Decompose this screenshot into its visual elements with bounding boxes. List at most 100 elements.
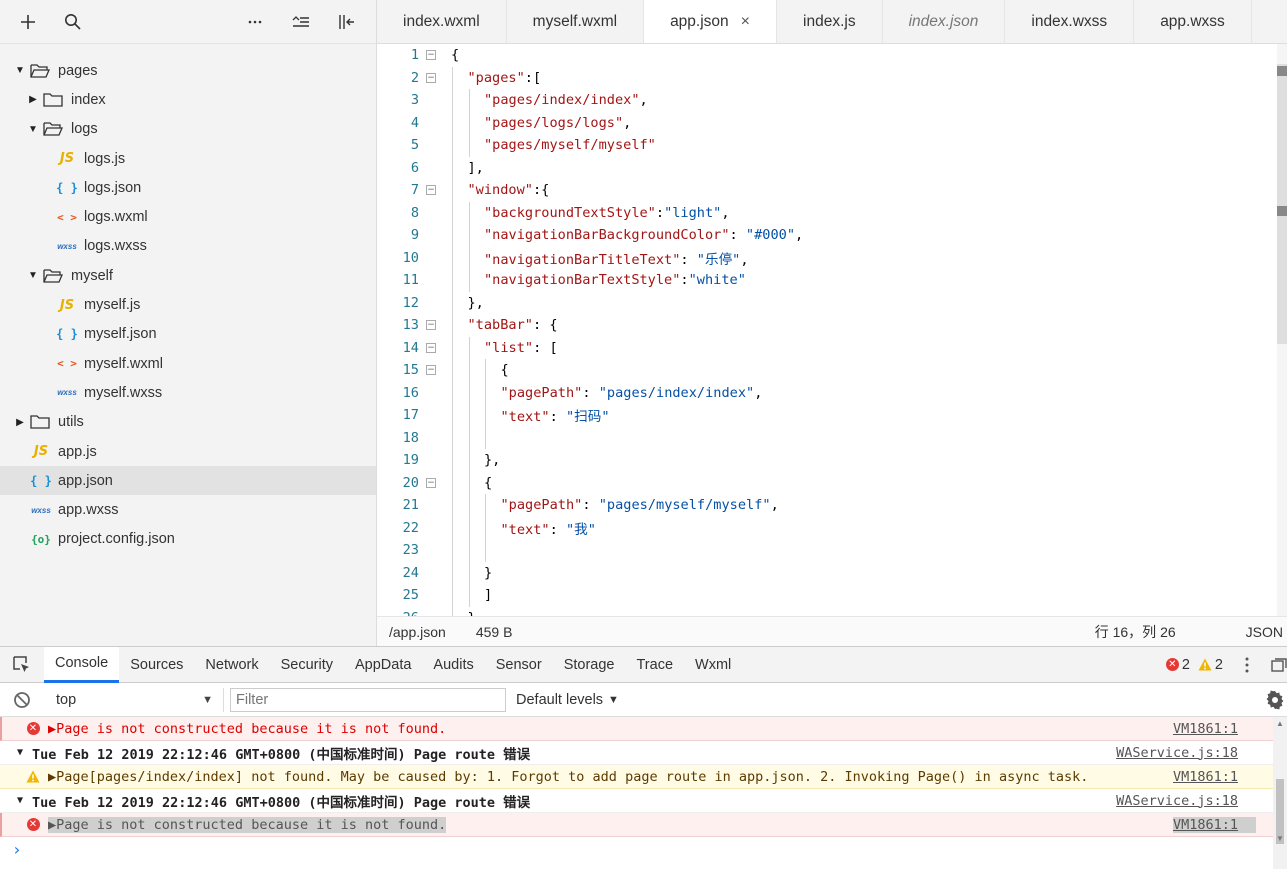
language-mode[interactable]: JSON xyxy=(1246,624,1283,640)
chevron-right-icon[interactable]: ▶ xyxy=(27,94,39,105)
devtools-tab-trace[interactable]: Trace xyxy=(625,647,684,683)
code-text: "pages/myself/myself" xyxy=(443,137,656,153)
console-source-link[interactable]: WAService.js:18 xyxy=(1116,793,1238,809)
chevron-down-icon[interactable]: ▼ xyxy=(27,270,39,281)
tree-file-logs-js[interactable]: JS logs.js xyxy=(0,144,376,173)
editor-tab-app-wxss[interactable]: app.wxss xyxy=(1134,0,1252,43)
fold-toggle-icon[interactable]: − xyxy=(419,365,443,376)
json-punctuation: { xyxy=(451,47,460,64)
devtools-menu-button[interactable] xyxy=(1245,657,1249,673)
json-key: "text" xyxy=(500,409,550,426)
console-source-link[interactable]: WAService.js:18 xyxy=(1116,745,1238,761)
cursor-position[interactable]: 行 16，列 26 xyxy=(1095,622,1176,642)
fold-toggle-icon[interactable]: − xyxy=(419,477,443,488)
json-key: "navigationBarTitleText" xyxy=(484,251,681,268)
console-settings-button[interactable] xyxy=(1265,690,1285,710)
tree-file-logs-wxml[interactable]: < > logs.wxml xyxy=(0,202,376,231)
console-message[interactable]: ▼ Tue Feb 12 2019 22:12:46 GMT+0800 (中国标准… xyxy=(0,789,1287,813)
warning-count[interactable]: 2 xyxy=(1215,657,1223,673)
editor-tab-index-wxss[interactable]: index.wxss xyxy=(1005,0,1135,43)
hide-sidebar-button[interactable] xyxy=(333,8,361,36)
json-punctuation: }, xyxy=(467,294,484,311)
tree-file-logs-wxss[interactable]: wxss logs.wxss xyxy=(0,232,376,261)
search-button[interactable] xyxy=(58,8,86,36)
fold-toggle-icon[interactable]: − xyxy=(419,185,443,196)
add-file-button[interactable] xyxy=(14,8,42,36)
fold-toggle-icon[interactable]: − xyxy=(419,50,443,61)
console-scrollbar[interactable]: ▲ ▼ xyxy=(1273,717,1287,869)
devtools-tab-wxml[interactable]: Wxml xyxy=(684,647,742,683)
tree-folder-logs[interactable]: ▼ logs xyxy=(0,115,376,144)
devtools-tab-network[interactable]: Network xyxy=(194,647,269,683)
tree-folder-pages[interactable]: ▼ pages xyxy=(0,56,376,85)
tree-file-myself-json[interactable]: { } myself.json xyxy=(0,320,376,349)
error-count[interactable]: 2 xyxy=(1182,657,1190,673)
devtools-tab-sources[interactable]: Sources xyxy=(119,647,194,683)
console-message[interactable]: ▶Page[pages/index/index] not found. May … xyxy=(0,765,1287,789)
console-message[interactable]: ✕ ▶Page is not constructed because it is … xyxy=(0,717,1287,741)
devtools-tab-storage[interactable]: Storage xyxy=(553,647,626,683)
code-line: 3 "pages/index/index", xyxy=(377,89,1287,112)
log-levels-select[interactable]: Default levels ▼ xyxy=(516,692,619,708)
tree-item-label: myself.wxss xyxy=(84,384,163,401)
tree-file-app-js[interactable]: JS app.js xyxy=(0,437,376,466)
tree-folder-index[interactable]: ▶ index xyxy=(0,85,376,114)
tree-file-myself-wxml[interactable]: < > myself.wxml xyxy=(0,349,376,378)
editor-scrollbar[interactable] xyxy=(1277,44,1287,616)
line-number: 4 xyxy=(410,114,419,131)
chevron-down-icon[interactable]: ▼ xyxy=(27,124,39,135)
tree-file-app-wxss[interactable]: wxss app.wxss xyxy=(0,495,376,524)
code-line: 9 "navigationBarBackgroundColor": "#000", xyxy=(377,224,1287,247)
json-punctuation: : xyxy=(582,497,599,514)
editor-tab-myself-wxml[interactable]: myself.wxml xyxy=(507,0,645,43)
console-prompt[interactable]: › xyxy=(0,837,1287,861)
devtools-tab-sensor[interactable]: Sensor xyxy=(485,647,553,683)
code-text: }, xyxy=(443,295,484,311)
tab-label: index.wxss xyxy=(1031,13,1108,30)
tree-file-app-json[interactable]: { } app.json xyxy=(0,466,376,496)
clear-console-button[interactable] xyxy=(0,691,44,709)
gear-icon xyxy=(1266,690,1284,709)
context-select[interactable]: top ▼ xyxy=(46,687,224,712)
json-key: "pages/logs/logs" xyxy=(484,114,624,131)
tree-file-myself-wxss[interactable]: wxss myself.wxss xyxy=(0,378,376,407)
editor-tab-index-js[interactable]: index.js xyxy=(777,0,883,43)
group-toggle-icon: ▼ xyxy=(16,747,24,758)
editor-tab-index-wxml[interactable]: index.wxml xyxy=(377,0,507,43)
devtools-tab-security[interactable]: Security xyxy=(270,647,344,683)
tree-file-myself-js[interactable]: JS myself.js xyxy=(0,290,376,319)
fold-toggle-icon[interactable]: − xyxy=(419,342,443,353)
tree-folder-utils[interactable]: ▶ utils xyxy=(0,408,376,437)
tree-file-project-config-json[interactable]: {o} project.config.json xyxy=(0,525,376,554)
inspect-element-button[interactable] xyxy=(0,647,44,683)
json-string: "#000" xyxy=(745,227,796,244)
collapse-all-button[interactable] xyxy=(287,8,315,36)
json-punctuation: }, xyxy=(484,452,501,469)
code-editor[interactable]: 1−{2− "pages":[3 "pages/index/index", 4 "pag… xyxy=(377,44,1287,616)
json-string: "乐停" xyxy=(696,251,741,268)
console-message[interactable]: ✕ ▶Page is not constructed because it is … xyxy=(0,813,1287,837)
editor-tab-app-json[interactable]: app.json × xyxy=(644,0,778,43)
code-line: 20− { xyxy=(377,471,1287,494)
more-button[interactable] xyxy=(241,8,269,36)
fold-toggle-icon[interactable]: − xyxy=(419,320,443,331)
editor-tab-index-json[interactable]: index.json xyxy=(883,0,1006,43)
console-message[interactable]: ▼ Tue Feb 12 2019 22:12:46 GMT+0800 (中国标准… xyxy=(0,741,1287,765)
devtools-tab-console[interactable]: Console xyxy=(44,646,120,683)
close-icon[interactable]: × xyxy=(741,13,750,31)
tree-file-logs-json[interactable]: { } logs.json xyxy=(0,173,376,202)
json-punctuation: :[ xyxy=(524,69,542,86)
devtools-tab-audits[interactable]: Audits xyxy=(422,647,484,683)
console-source-link[interactable]: VM1861:1 xyxy=(1173,721,1238,737)
chevron-down-icon[interactable]: ▼ xyxy=(14,65,26,76)
console-source-link[interactable]: VM1861:1 xyxy=(1172,816,1256,833)
console-source-link[interactable]: VM1861:1 xyxy=(1173,769,1238,785)
code-line: 21 "pagePath": "pages/myself/myself", xyxy=(377,494,1287,517)
fold-toggle-icon[interactable]: − xyxy=(419,72,443,83)
undock-button[interactable] xyxy=(1271,657,1287,672)
wxss-file-icon: wxss xyxy=(57,388,77,398)
chevron-right-icon[interactable]: ▶ xyxy=(14,417,26,428)
console-filter-input[interactable] xyxy=(230,687,506,712)
tree-folder-myself[interactable]: ▼ myself xyxy=(0,261,376,290)
devtools-tab-appdata[interactable]: AppData xyxy=(344,647,422,683)
